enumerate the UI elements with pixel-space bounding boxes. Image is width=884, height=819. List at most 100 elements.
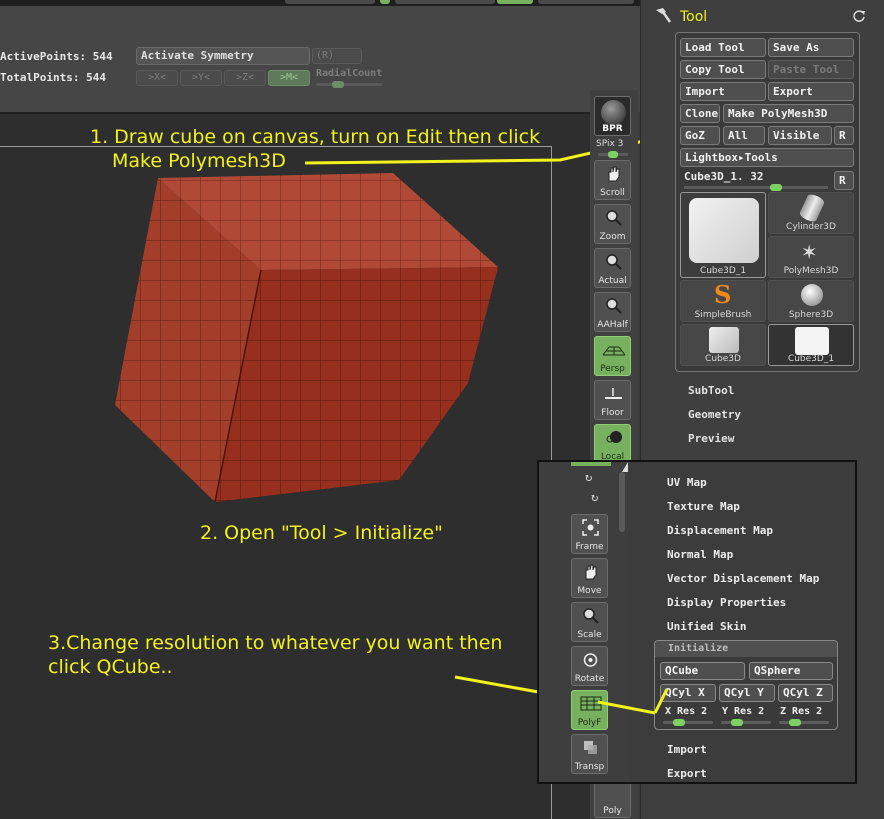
uv-map-menu[interactable]: UV Map xyxy=(667,476,707,489)
qcyl-y-button[interactable]: QCyl Y xyxy=(719,684,775,702)
sphere-thumbnail xyxy=(801,284,823,306)
cylinder-thumbnail xyxy=(798,192,826,224)
all-button[interactable]: All xyxy=(723,126,765,145)
x-res-slider[interactable] xyxy=(663,719,713,726)
bpr-sphere-icon xyxy=(601,100,626,125)
qcube-button[interactable]: QCube xyxy=(660,662,745,680)
spix-label[interactable]: SPix 3 xyxy=(596,139,623,149)
spix-slider[interactable] xyxy=(598,151,628,158)
bpr-button[interactable]: BPR xyxy=(594,96,631,136)
floor-button[interactable]: Floor xyxy=(594,380,631,420)
export-button[interactable]: Export xyxy=(768,82,854,101)
tool-palette-title[interactable]: Tool xyxy=(680,9,707,25)
qcyl-z-button[interactable]: QCyl Z xyxy=(778,684,833,702)
slider-knob[interactable] xyxy=(770,184,782,191)
move-button[interactable]: Move xyxy=(571,558,608,598)
hammer-icon xyxy=(656,8,672,23)
tool-tile-simplebrush[interactable]: S SimpleBrush xyxy=(680,280,766,322)
display-properties-menu[interactable]: Display Properties xyxy=(667,596,786,609)
geometry-menu[interactable]: Geometry xyxy=(688,408,741,421)
zoom-button[interactable]: Zoom xyxy=(594,204,631,244)
scale-button[interactable]: Scale xyxy=(571,602,608,642)
local-button[interactable]: Local xyxy=(594,424,631,464)
local-sphere-icon xyxy=(605,429,622,446)
paste-tool-button[interactable]: Paste Tool xyxy=(768,60,854,79)
transp-button[interactable]: Transp xyxy=(571,734,608,774)
slider-knob[interactable] xyxy=(789,719,801,726)
tool-tile-cube3d-1[interactable]: Cube3D_1 xyxy=(680,192,766,278)
cube-thumbnail xyxy=(709,327,739,353)
rotate-y-icon[interactable]: ↻ xyxy=(585,470,592,484)
z-res-label: Z Res 2 xyxy=(780,706,823,717)
refresh-icon[interactable] xyxy=(852,9,866,23)
transparency-icon xyxy=(582,739,599,756)
inset-shelf: ↻ ↻ Frame Move Scale Rotate PolyF Transp xyxy=(539,462,629,782)
poly-button[interactable]: Poly xyxy=(594,780,631,818)
polyf-button[interactable]: PolyF xyxy=(571,690,608,730)
normal-map-menu[interactable]: Normal Map xyxy=(667,548,733,561)
displacement-map-menu[interactable]: Displacement Map xyxy=(667,524,773,537)
tool-tile-cylinder3d[interactable]: Cylinder3D xyxy=(768,192,854,234)
local-button-edge[interactable] xyxy=(571,462,611,466)
qcyl-x-button[interactable]: QCyl X xyxy=(660,684,716,702)
magnifier-icon xyxy=(605,297,622,314)
magnifier-icon xyxy=(582,607,599,624)
rotate-icon xyxy=(582,651,599,668)
goz-button[interactable]: GoZ xyxy=(680,126,720,145)
slider-knob[interactable] xyxy=(608,151,618,158)
texture-map-menu[interactable]: Texture Map xyxy=(667,500,740,513)
y-res-label: Y Res 2 xyxy=(722,706,765,717)
make-polymesh3d-button[interactable]: Make PolyMesh3D xyxy=(723,104,854,123)
preview-menu[interactable]: Preview xyxy=(688,432,734,445)
unified-skin-menu[interactable]: Unified Skin xyxy=(667,620,746,633)
step3-instruction-cont: click QCube.. xyxy=(48,656,173,678)
persp-button[interactable]: Persp xyxy=(594,336,631,376)
scroll-button[interactable]: Scroll xyxy=(594,160,631,200)
scroll-arrow-icon[interactable] xyxy=(622,462,628,472)
import-button[interactable]: Import xyxy=(680,82,766,101)
slider-knob[interactable] xyxy=(731,719,743,726)
visible-button[interactable]: Visible xyxy=(768,126,832,145)
clone-button[interactable]: Clone xyxy=(680,104,720,123)
tool-tile-cube3d[interactable]: Cube3D xyxy=(680,324,766,366)
y-res-slider[interactable] xyxy=(721,719,771,726)
frame-button[interactable]: Frame xyxy=(571,514,608,554)
polyframe-icon xyxy=(580,695,602,712)
hand-icon xyxy=(582,563,599,580)
vector-displacement-map-menu[interactable]: Vector Displacement Map xyxy=(667,572,819,585)
x-res-label: X Res 2 xyxy=(665,706,708,717)
subtool-menu[interactable]: SubTool xyxy=(688,384,734,397)
step2-instruction: 2. Open "Tool > Initialize" xyxy=(200,522,443,544)
step1-instruction-cont: Make Polymesh3D xyxy=(112,150,286,172)
qsphere-button[interactable]: QSphere xyxy=(749,662,833,680)
export-menu[interactable]: Export xyxy=(667,767,707,780)
tool-tile-polymesh3d[interactable]: ✶ PolyMesh3D xyxy=(768,236,854,278)
z-res-slider[interactable] xyxy=(779,719,829,726)
rotate-button[interactable]: Rotate xyxy=(571,646,608,686)
initialize-header[interactable]: Initialize xyxy=(655,641,837,657)
actual-button[interactable]: Actual xyxy=(594,248,631,288)
step3-instruction: 3.Change resolution to whatever you want… xyxy=(48,632,503,654)
tool-tile-cube3d-1-small[interactable]: Cube3D_1 xyxy=(768,324,854,366)
floor-icon xyxy=(605,385,622,402)
current-tool-label: Cube3D_1. 32 xyxy=(684,170,764,183)
star-icon: ✶ xyxy=(802,237,817,265)
cube-thumbnail xyxy=(689,198,759,263)
slider-knob[interactable] xyxy=(673,719,685,726)
load-tool-button[interactable]: Load Tool xyxy=(680,38,766,57)
r-button[interactable]: R xyxy=(834,126,854,145)
lightbox-tools-button[interactable]: Lightbox▸Tools xyxy=(680,148,854,167)
tool-slider[interactable] xyxy=(684,184,828,191)
step1-instruction: 1. Draw cube on canvas, turn on Edit the… xyxy=(90,126,541,148)
import-menu[interactable]: Import xyxy=(667,743,707,756)
simplebrush-icon: S xyxy=(714,280,732,309)
initialize-section: Initialize QCube QSphere QCyl X QCyl Y Q… xyxy=(654,640,838,730)
frame-icon xyxy=(582,519,599,536)
copy-tool-button[interactable]: Copy Tool xyxy=(680,60,766,79)
save-as-button[interactable]: Save As xyxy=(768,38,854,57)
scrollbar[interactable] xyxy=(619,472,625,532)
rotate-z-icon[interactable]: ↻ xyxy=(591,490,598,504)
r-button[interactable]: R xyxy=(834,171,854,190)
aahalf-button[interactable]: AAHalf xyxy=(594,292,631,332)
tool-tile-sphere3d[interactable]: Sphere3D xyxy=(768,280,854,322)
